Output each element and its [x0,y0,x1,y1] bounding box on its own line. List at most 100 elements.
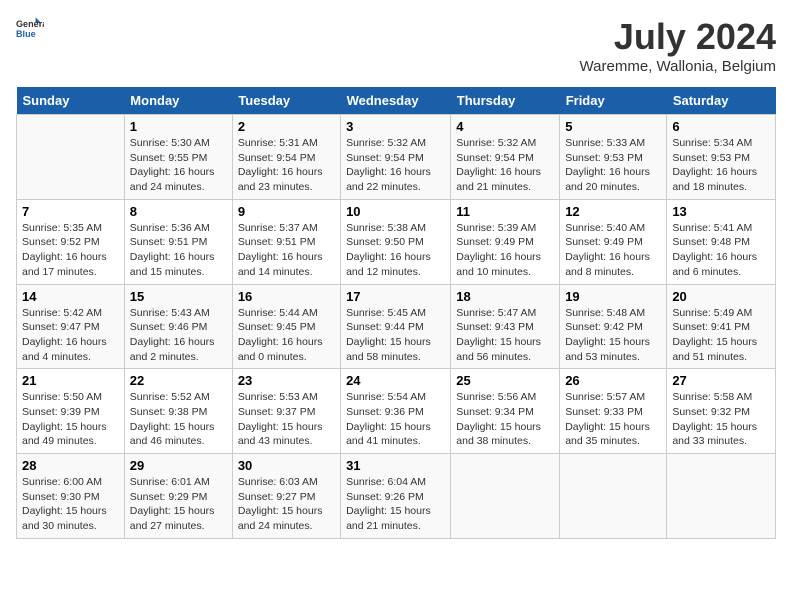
col-saturday: Saturday [667,87,776,115]
cell-w1-d6: 5 Sunrise: 5:33 AMSunset: 9:53 PMDayligh… [560,115,667,200]
date-number: 12 [565,204,661,219]
cell-info: Sunrise: 5:53 AMSunset: 9:37 PMDaylight:… [238,391,323,447]
cell-info: Sunrise: 5:52 AMSunset: 9:38 PMDaylight:… [130,391,215,447]
cell-info: Sunrise: 5:32 AMSunset: 9:54 PMDaylight:… [346,137,431,193]
cell-info: Sunrise: 5:45 AMSunset: 9:44 PMDaylight:… [346,307,431,363]
cell-w4-d1: 21 Sunrise: 5:50 AMSunset: 9:39 PMDaylig… [17,369,125,454]
date-number: 25 [456,373,554,388]
cell-info: Sunrise: 5:42 AMSunset: 9:47 PMDaylight:… [22,307,107,363]
cell-w3-d3: 16 Sunrise: 5:44 AMSunset: 9:45 PMDaylig… [232,284,340,369]
week-row-2: 7 Sunrise: 5:35 AMSunset: 9:52 PMDayligh… [17,199,776,284]
cell-info: Sunrise: 5:35 AMSunset: 9:52 PMDaylight:… [22,222,107,278]
date-number: 18 [456,289,554,304]
title-area: July 2024 Waremme, Wallonia, Belgium [580,16,776,75]
cell-w5-d6 [560,454,667,539]
cell-info: Sunrise: 5:36 AMSunset: 9:51 PMDaylight:… [130,222,215,278]
cell-info: Sunrise: 5:43 AMSunset: 9:46 PMDaylight:… [130,307,215,363]
cell-w2-d1: 7 Sunrise: 5:35 AMSunset: 9:52 PMDayligh… [17,199,125,284]
date-number: 5 [565,119,661,134]
cell-info: Sunrise: 6:03 AMSunset: 9:27 PMDaylight:… [238,476,323,532]
date-number: 26 [565,373,661,388]
subtitle: Waremme, Wallonia, Belgium [580,58,776,75]
cell-info: Sunrise: 5:31 AMSunset: 9:54 PMDaylight:… [238,137,323,193]
main-title: July 2024 [580,16,776,58]
date-number: 23 [238,373,335,388]
date-number: 30 [238,458,335,473]
cell-info: Sunrise: 5:56 AMSunset: 9:34 PMDaylight:… [456,391,541,447]
cell-info: Sunrise: 5:58 AMSunset: 9:32 PMDaylight:… [672,391,757,447]
date-number: 20 [672,289,770,304]
cell-info: Sunrise: 5:54 AMSunset: 9:36 PMDaylight:… [346,391,431,447]
date-number: 24 [346,373,445,388]
date-number: 29 [130,458,227,473]
cell-w2-d2: 8 Sunrise: 5:36 AMSunset: 9:51 PMDayligh… [124,199,232,284]
cell-info: Sunrise: 5:57 AMSunset: 9:33 PMDaylight:… [565,391,650,447]
date-number: 19 [565,289,661,304]
cell-info: Sunrise: 5:48 AMSunset: 9:42 PMDaylight:… [565,307,650,363]
date-number: 8 [130,204,227,219]
cell-info: Sunrise: 5:37 AMSunset: 9:51 PMDaylight:… [238,222,323,278]
date-number: 11 [456,204,554,219]
date-number: 2 [238,119,335,134]
cell-w5-d7 [667,454,776,539]
svg-text:General: General [16,19,44,29]
col-friday: Friday [560,87,667,115]
date-number: 27 [672,373,770,388]
date-number: 21 [22,373,119,388]
date-number: 9 [238,204,335,219]
header: GeneralBlue July 2024 Waremme, Wallonia,… [16,16,776,75]
cell-w3-d2: 15 Sunrise: 5:43 AMSunset: 9:46 PMDaylig… [124,284,232,369]
cell-w1-d2: 1 Sunrise: 5:30 AMSunset: 9:55 PMDayligh… [124,115,232,200]
date-number: 1 [130,119,227,134]
cell-info: Sunrise: 5:44 AMSunset: 9:45 PMDaylight:… [238,307,323,363]
col-sunday: Sunday [17,87,125,115]
date-number: 17 [346,289,445,304]
cell-info: Sunrise: 5:41 AMSunset: 9:48 PMDaylight:… [672,222,757,278]
cell-info: Sunrise: 5:40 AMSunset: 9:49 PMDaylight:… [565,222,650,278]
date-number: 13 [672,204,770,219]
cell-w1-d7: 6 Sunrise: 5:34 AMSunset: 9:53 PMDayligh… [667,115,776,200]
date-number: 6 [672,119,770,134]
cell-info: Sunrise: 5:30 AMSunset: 9:55 PMDaylight:… [130,137,215,193]
cell-w4-d7: 27 Sunrise: 5:58 AMSunset: 9:32 PMDaylig… [667,369,776,454]
cell-w3-d1: 14 Sunrise: 5:42 AMSunset: 9:47 PMDaylig… [17,284,125,369]
cell-info: Sunrise: 5:50 AMSunset: 9:39 PMDaylight:… [22,391,107,447]
header-row: Sunday Monday Tuesday Wednesday Thursday… [17,87,776,115]
col-monday: Monday [124,87,232,115]
cell-w1-d4: 3 Sunrise: 5:32 AMSunset: 9:54 PMDayligh… [341,115,451,200]
date-number: 14 [22,289,119,304]
cell-info: Sunrise: 5:32 AMSunset: 9:54 PMDaylight:… [456,137,541,193]
cell-w5-d1: 28 Sunrise: 6:00 AMSunset: 9:30 PMDaylig… [17,454,125,539]
cell-info: Sunrise: 5:33 AMSunset: 9:53 PMDaylight:… [565,137,650,193]
cell-w2-d5: 11 Sunrise: 5:39 AMSunset: 9:49 PMDaylig… [451,199,560,284]
cell-w2-d3: 9 Sunrise: 5:37 AMSunset: 9:51 PMDayligh… [232,199,340,284]
week-row-3: 14 Sunrise: 5:42 AMSunset: 9:47 PMDaylig… [17,284,776,369]
cell-w4-d4: 24 Sunrise: 5:54 AMSunset: 9:36 PMDaylig… [341,369,451,454]
col-tuesday: Tuesday [232,87,340,115]
week-row-4: 21 Sunrise: 5:50 AMSunset: 9:39 PMDaylig… [17,369,776,454]
cell-w4-d6: 26 Sunrise: 5:57 AMSunset: 9:33 PMDaylig… [560,369,667,454]
cell-w3-d7: 20 Sunrise: 5:49 AMSunset: 9:41 PMDaylig… [667,284,776,369]
cell-info: Sunrise: 5:49 AMSunset: 9:41 PMDaylight:… [672,307,757,363]
cell-w1-d5: 4 Sunrise: 5:32 AMSunset: 9:54 PMDayligh… [451,115,560,200]
week-row-1: 1 Sunrise: 5:30 AMSunset: 9:55 PMDayligh… [17,115,776,200]
cell-w5-d4: 31 Sunrise: 6:04 AMSunset: 9:26 PMDaylig… [341,454,451,539]
logo: GeneralBlue [16,16,44,44]
col-thursday: Thursday [451,87,560,115]
date-number: 28 [22,458,119,473]
cell-w3-d4: 17 Sunrise: 5:45 AMSunset: 9:44 PMDaylig… [341,284,451,369]
cell-info: Sunrise: 6:00 AMSunset: 9:30 PMDaylight:… [22,476,107,532]
cell-w1-d1 [17,115,125,200]
cell-w2-d4: 10 Sunrise: 5:38 AMSunset: 9:50 PMDaylig… [341,199,451,284]
cell-w5-d2: 29 Sunrise: 6:01 AMSunset: 9:29 PMDaylig… [124,454,232,539]
week-row-5: 28 Sunrise: 6:00 AMSunset: 9:30 PMDaylig… [17,454,776,539]
date-number: 3 [346,119,445,134]
cell-w1-d3: 2 Sunrise: 5:31 AMSunset: 9:54 PMDayligh… [232,115,340,200]
date-number: 7 [22,204,119,219]
logo-icon: GeneralBlue [16,16,44,44]
cell-w3-d5: 18 Sunrise: 5:47 AMSunset: 9:43 PMDaylig… [451,284,560,369]
date-number: 16 [238,289,335,304]
date-number: 22 [130,373,227,388]
cell-w2-d7: 13 Sunrise: 5:41 AMSunset: 9:48 PMDaylig… [667,199,776,284]
calendar-table: Sunday Monday Tuesday Wednesday Thursday… [16,87,776,539]
